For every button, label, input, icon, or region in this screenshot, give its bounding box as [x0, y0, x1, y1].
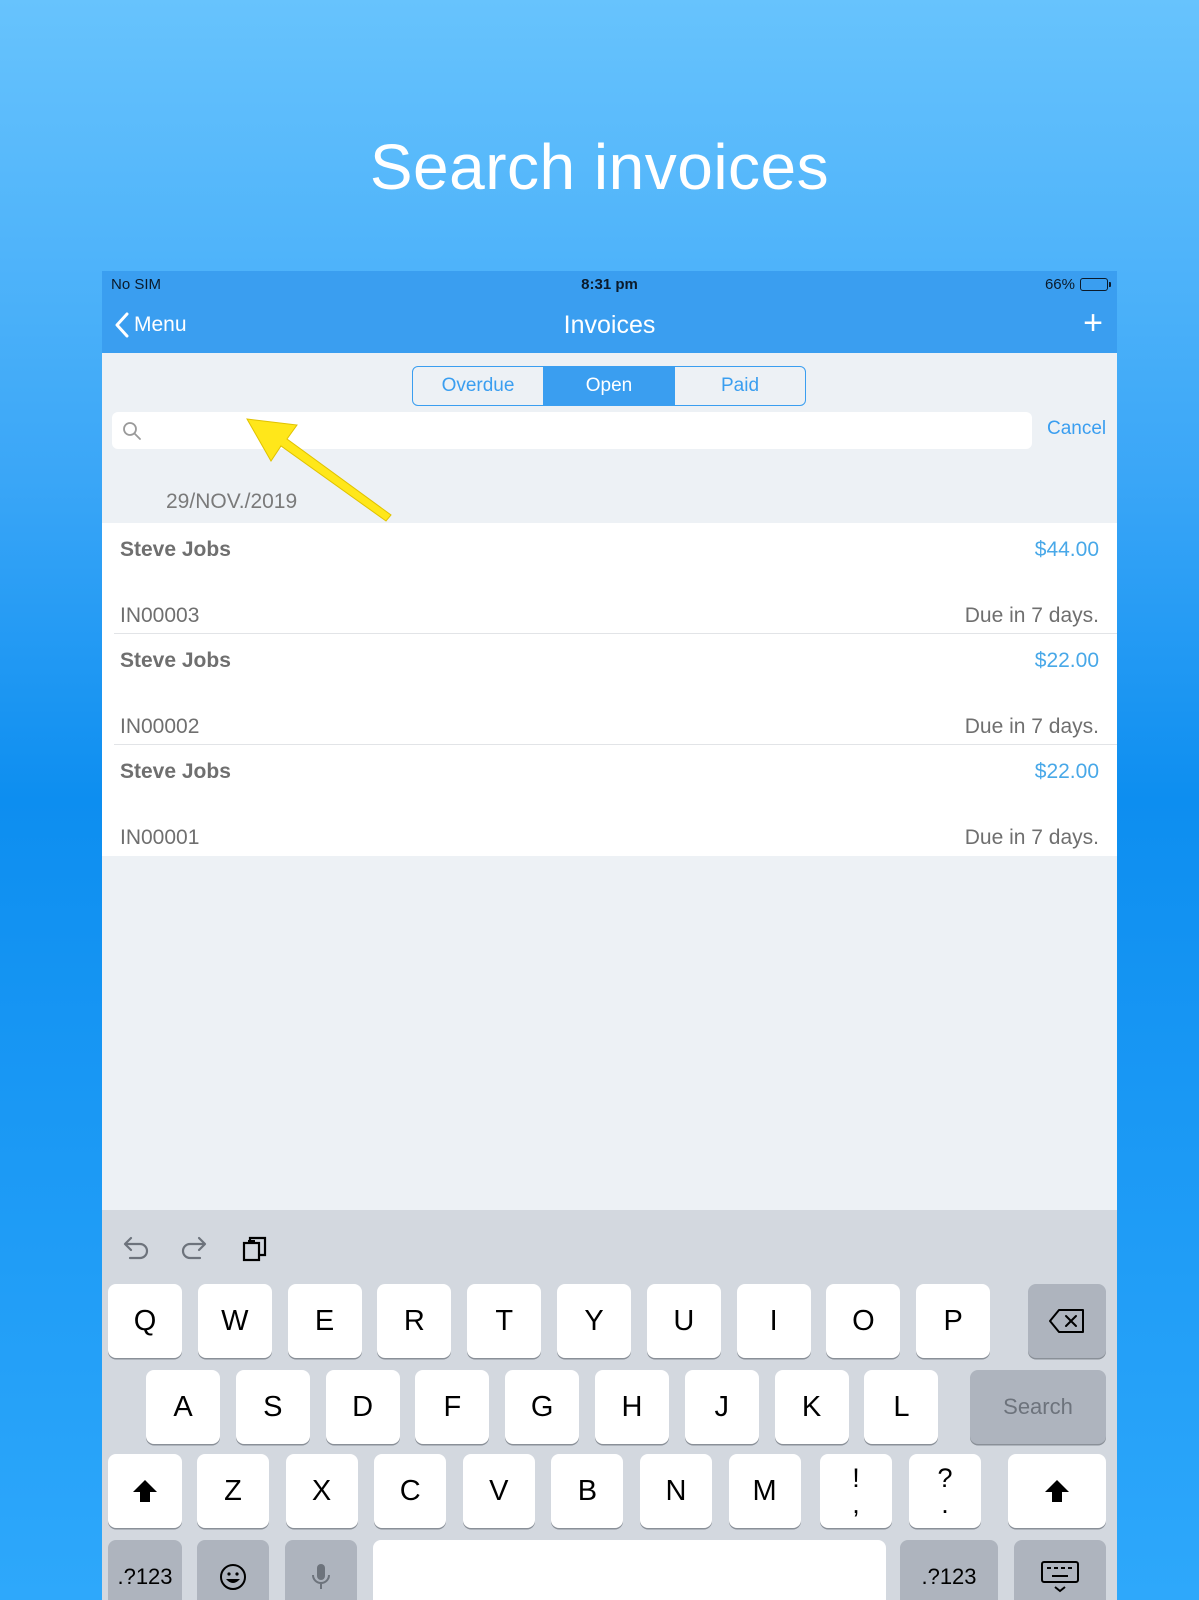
key-b[interactable]: B	[551, 1454, 624, 1528]
segment-paid[interactable]: Paid	[674, 367, 805, 405]
key-k[interactable]: K	[774, 1370, 849, 1444]
key-bottom-char: ,	[852, 1489, 860, 1519]
customer-name: Steve Jobs	[120, 760, 231, 783]
segment-overdue[interactable]: Overdue	[413, 367, 543, 405]
dictation-key[interactable]	[285, 1540, 357, 1600]
key-n[interactable]: N	[640, 1454, 712, 1528]
key-s[interactable]: S	[235, 1370, 310, 1444]
emoji-key[interactable]	[197, 1540, 269, 1600]
key-v[interactable]: V	[462, 1454, 535, 1528]
key-g[interactable]: G	[505, 1370, 580, 1444]
on-screen-keyboard: Search !, ?. .?123 .?123 QWERTYUIOP ASDFG…	[102, 1210, 1117, 1600]
promo-headline: Search invoices	[369, 131, 830, 203]
key-l[interactable]: L	[864, 1370, 939, 1444]
navigation-bar: Menu Invoices +	[102, 297, 1117, 353]
key-f[interactable]: F	[415, 1370, 490, 1444]
search-icon	[123, 421, 141, 440]
chevron-left-icon	[115, 312, 129, 338]
keyboard-shortcut-bar	[102, 1210, 1117, 1290]
key-exclamation-comma[interactable]: !,	[820, 1454, 892, 1528]
cancel-search-button[interactable]: Cancel	[1047, 418, 1106, 440]
key-top-char: !	[852, 1463, 860, 1493]
numbers-key-label: .?123	[117, 1564, 173, 1589]
key-j[interactable]: J	[684, 1370, 759, 1444]
numbers-key-right[interactable]: .?123	[900, 1540, 998, 1600]
battery-icon	[1080, 277, 1111, 291]
key-q[interactable]: Q	[108, 1284, 182, 1358]
numbers-key-label: .?123	[921, 1564, 977, 1589]
invoice-number: IN00001	[120, 826, 200, 849]
shift-icon	[1045, 1480, 1069, 1502]
key-c[interactable]: C	[374, 1454, 447, 1528]
redo-icon[interactable]	[178, 1232, 212, 1266]
space-key[interactable]	[373, 1540, 886, 1600]
customer-name: Steve Jobs	[120, 538, 231, 561]
invoice-status-filter: Overdue Open Paid	[412, 366, 806, 406]
invoice-number: IN00002	[120, 715, 200, 738]
key-z[interactable]: Z	[197, 1454, 269, 1528]
key-m[interactable]: M	[728, 1454, 801, 1528]
key-w[interactable]: W	[197, 1284, 272, 1358]
page-title: Invoices	[563, 310, 656, 339]
add-invoice-button[interactable]: +	[1083, 303, 1103, 343]
invoice-amount: $22.00	[1034, 649, 1099, 672]
keyboard-dismiss-icon	[1041, 1561, 1079, 1593]
due-status: Due in 7 days.	[964, 604, 1099, 627]
due-status: Due in 7 days.	[964, 715, 1099, 738]
key-top-char: ?	[937, 1463, 953, 1493]
key-e[interactable]: E	[287, 1284, 362, 1358]
invoice-row[interactable]: Steve Jobs $22.00 IN00002 Due in 7 days.	[114, 634, 1117, 745]
invoice-row[interactable]: Steve Jobs $22.00 IN00001 Due in 7 days.	[114, 745, 1117, 856]
shift-icon	[133, 1480, 157, 1502]
undo-icon[interactable]	[118, 1232, 152, 1266]
status-time: 8:31 pm	[581, 275, 638, 293]
backspace-icon	[1049, 1309, 1084, 1333]
key-question-period[interactable]: ?.	[909, 1454, 981, 1528]
key-r[interactable]: R	[377, 1284, 452, 1358]
key-x[interactable]: X	[285, 1454, 358, 1528]
invoice-number: IN00003	[120, 604, 200, 627]
back-label: Menu	[134, 313, 187, 336]
invoice-row[interactable]: Steve Jobs $44.00 IN00003 Due in 7 days.	[114, 523, 1117, 634]
key-p[interactable]: P	[916, 1284, 991, 1358]
key-h[interactable]: H	[595, 1370, 669, 1444]
due-status: Due in 7 days.	[964, 826, 1099, 849]
backspace-key[interactable]	[1028, 1284, 1106, 1358]
invoice-amount: $22.00	[1034, 760, 1099, 783]
customer-name: Steve Jobs	[120, 649, 231, 672]
search-key[interactable]: Search	[970, 1370, 1106, 1444]
key-y[interactable]: Y	[557, 1284, 631, 1358]
annotation-arrow	[246, 418, 392, 522]
key-i[interactable]: I	[736, 1284, 811, 1358]
invoice-list: Steve Jobs $44.00 IN00003 Due in 7 days.…	[102, 523, 1117, 856]
key-u[interactable]: U	[646, 1284, 721, 1358]
invoice-amount: $44.00	[1034, 538, 1099, 561]
segment-open[interactable]: Open	[543, 367, 674, 405]
shift-key-right[interactable]	[1008, 1454, 1106, 1528]
status-bar: No SIM 8:31 pm 66%	[102, 271, 1117, 297]
key-a[interactable]: A	[146, 1370, 220, 1444]
dismiss-keyboard-key[interactable]	[1014, 1540, 1106, 1600]
microphone-icon	[312, 1564, 330, 1589]
numbers-key-left[interactable]: .?123	[108, 1540, 182, 1600]
key-bottom-char: .	[941, 1489, 949, 1519]
paste-icon[interactable]	[238, 1232, 272, 1266]
shift-key-left[interactable]	[108, 1454, 182, 1528]
emoji-icon	[220, 1564, 246, 1590]
key-d[interactable]: D	[325, 1370, 400, 1444]
key-o[interactable]: O	[826, 1284, 901, 1358]
key-t[interactable]: T	[467, 1284, 542, 1358]
back-button[interactable]: Menu	[114, 312, 187, 338]
